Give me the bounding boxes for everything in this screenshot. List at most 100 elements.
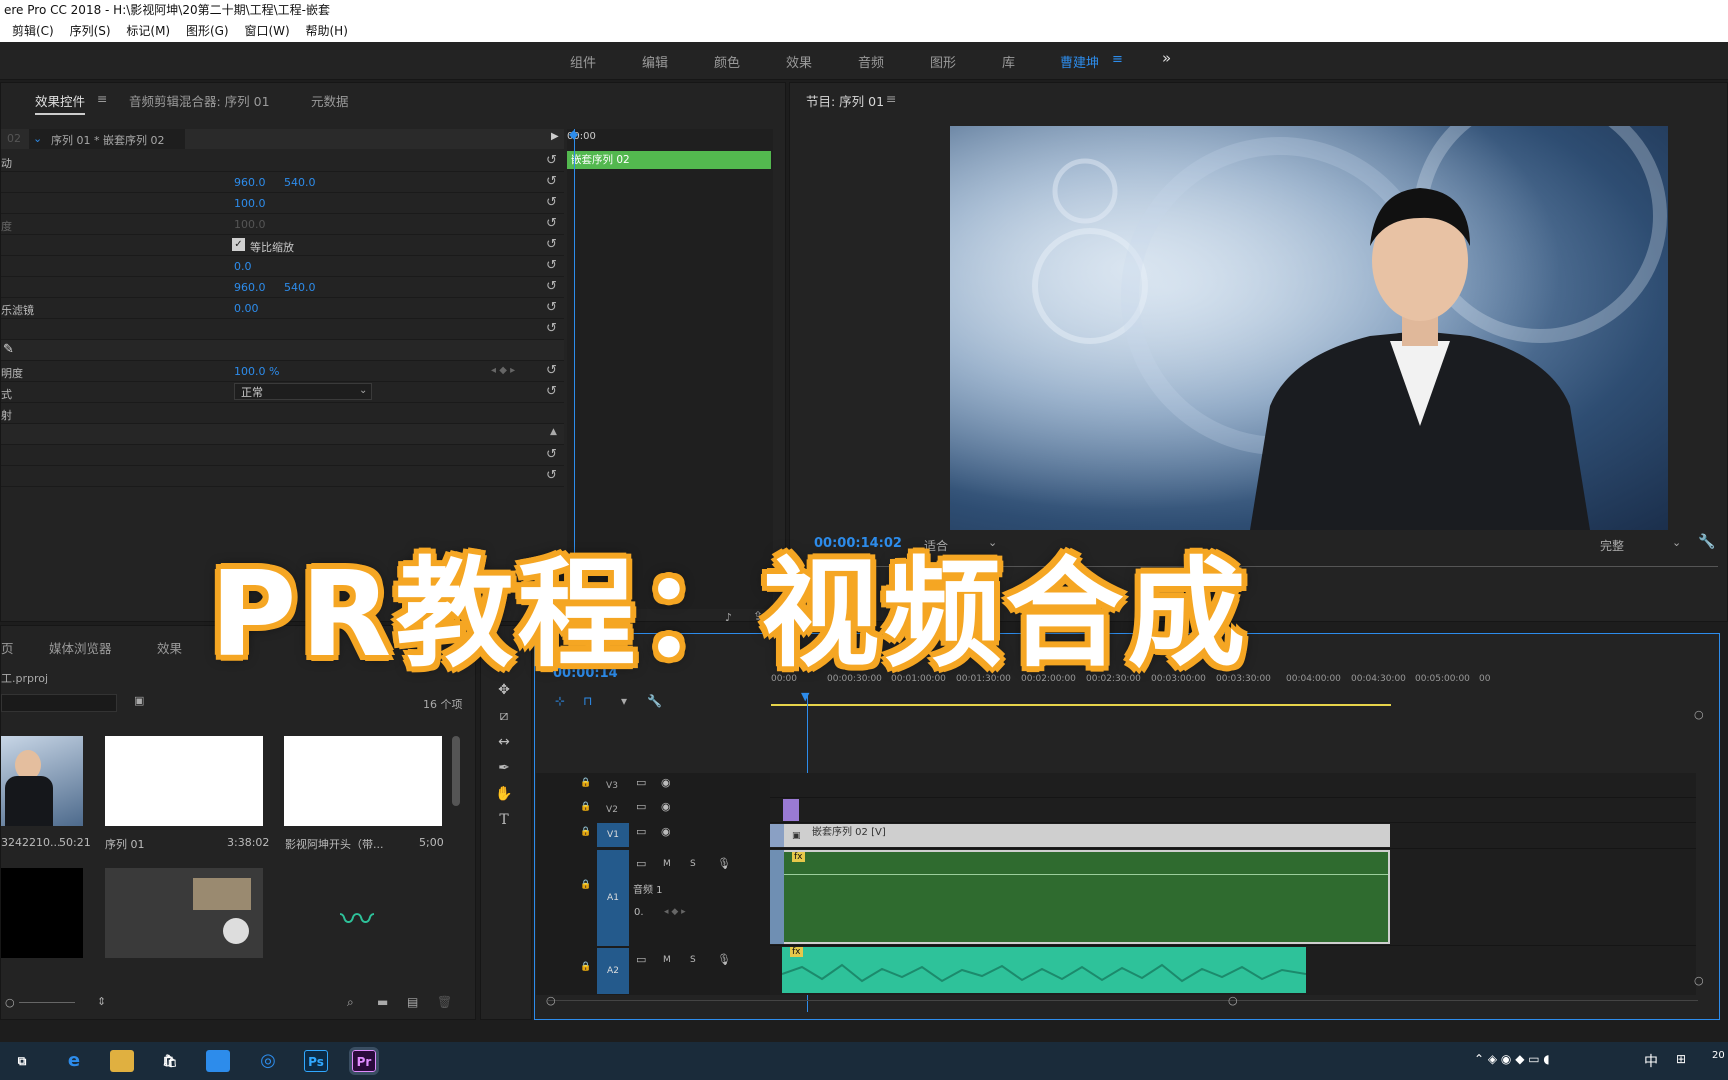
- v1-nested-clip[interactable]: ▣ 嵌套序列 02 [V]: [770, 824, 1390, 847]
- eye-icon[interactable]: ◉: [661, 776, 671, 789]
- film-icon[interactable]: ▭: [636, 857, 646, 870]
- lock-icon[interactable]: 🔒: [580, 880, 591, 890]
- scroll-handle-icon[interactable]: ○: [1228, 994, 1238, 1007]
- workspace-editing[interactable]: 编辑: [642, 52, 668, 71]
- linked-select-icon[interactable]: ⊓: [583, 694, 592, 708]
- collapse-icon[interactable]: ▲: [550, 427, 557, 437]
- edge-browser-icon[interactable]: e: [62, 1050, 86, 1072]
- work-area-bar[interactable]: [771, 704, 1391, 706]
- tab-metadata[interactable]: 元数据: [311, 91, 349, 110]
- eye-icon[interactable]: ◉: [661, 825, 671, 838]
- pen-icon[interactable]: ✎: [3, 342, 14, 357]
- solo-button[interactable]: S: [690, 859, 696, 869]
- search-input[interactable]: [1, 694, 117, 712]
- menu-graphics[interactable]: 图形(G): [186, 20, 229, 42]
- clock-area[interactable]: 20: [1712, 1050, 1725, 1061]
- microphone-icon[interactable]: 🎙: [717, 857, 731, 870]
- browser-icon[interactable]: ◎: [256, 1050, 280, 1072]
- razor-icon[interactable]: ⧄: [493, 708, 515, 730]
- slip-icon[interactable]: ↔: [493, 734, 515, 756]
- chevron-down-icon[interactable]: ⌄: [33, 132, 42, 145]
- menu-help[interactable]: 帮助(H): [306, 20, 348, 42]
- solo-button[interactable]: S: [690, 955, 696, 965]
- track-label-a1[interactable]: A1: [597, 850, 629, 946]
- folder-icon[interactable]: ▣: [134, 694, 144, 707]
- store-icon[interactable]: 🛍: [158, 1050, 182, 1072]
- film-icon[interactable]: ▭: [636, 825, 646, 838]
- microphone-icon[interactable]: 🎙: [717, 953, 731, 966]
- snap-icon[interactable]: ⊹: [555, 694, 565, 708]
- pen-tool-icon[interactable]: ✒: [493, 760, 515, 782]
- scroll-handle-icon[interactable]: ○: [546, 994, 556, 1007]
- thumb-clip-1[interactable]: [1, 736, 83, 826]
- reset-icon[interactable]: ↺: [546, 447, 557, 462]
- search-icon[interactable]: ⌕: [347, 995, 354, 1010]
- reset-icon[interactable]: ↺: [546, 321, 557, 336]
- keyframe-nav-icon[interactable]: ◂ ◆ ▸: [491, 365, 515, 376]
- reset-icon[interactable]: ↺: [546, 174, 557, 189]
- blend-mode-select[interactable]: 正常: [234, 383, 372, 400]
- hand-icon[interactable]: ✋: [493, 786, 515, 808]
- menu-markers[interactable]: 标记(M): [126, 20, 170, 42]
- wrench-icon[interactable]: 🔧: [1698, 534, 1715, 550]
- mute-button[interactable]: M: [663, 859, 671, 869]
- reset-icon[interactable]: ↺: [546, 384, 557, 399]
- tab-effects[interactable]: 效果: [157, 638, 182, 657]
- program-title[interactable]: 节目: 序列 01: [806, 91, 884, 110]
- scroll-handle-icon[interactable]: ○: [1694, 708, 1704, 721]
- track-label-a2[interactable]: A2: [597, 948, 629, 994]
- checkbox-icon[interactable]: ✓: [232, 238, 245, 251]
- v2-clip[interactable]: [783, 799, 799, 821]
- workspace-menu-icon[interactable]: ≡: [1112, 52, 1123, 67]
- tab-audio-clip-mixer[interactable]: 音频剪辑混合器: 序列 01: [129, 91, 270, 110]
- tab-project[interactable]: 页: [1, 638, 14, 657]
- settings-icon[interactable]: 🔧: [647, 694, 662, 708]
- a2-audio-clip[interactable]: fx: [782, 947, 1306, 993]
- marker-icon[interactable]: ▾: [621, 694, 627, 708]
- chevron-down-icon[interactable]: ⌄: [359, 385, 367, 396]
- playhead-marker-icon[interactable]: ◆: [569, 127, 578, 141]
- task-view-icon[interactable]: ⧉: [10, 1050, 34, 1072]
- premiere-icon[interactable]: Pr: [349, 1047, 379, 1075]
- project-scrollbar[interactable]: [452, 736, 460, 806]
- reset-icon[interactable]: ↺: [546, 363, 557, 378]
- a1-audio-clip[interactable]: fx: [770, 850, 1390, 944]
- menu-window[interactable]: 窗口(W): [244, 20, 289, 42]
- program-menu-icon[interactable]: ≡: [886, 91, 896, 106]
- reset-icon[interactable]: ↺: [546, 216, 557, 231]
- tab-menu-icon[interactable]: ≡: [97, 91, 107, 106]
- program-video-frame[interactable]: [950, 126, 1668, 530]
- keyframe-nav-icon[interactable]: ◂ ◆ ▸: [664, 907, 686, 917]
- workspace-effects[interactable]: 效果: [786, 52, 812, 71]
- workspace-graphics[interactable]: 图形: [930, 52, 956, 71]
- film-icon[interactable]: ▭: [636, 800, 646, 813]
- zoom-slider[interactable]: [19, 1002, 75, 1003]
- thumb-intro[interactable]: [284, 736, 442, 826]
- thumb-black-clip[interactable]: [1, 868, 83, 958]
- nested-clip-bar[interactable]: 嵌套序列 02: [567, 151, 771, 169]
- workspace-overflow-icon[interactable]: »: [1162, 49, 1171, 67]
- lock-icon[interactable]: 🔒: [580, 802, 591, 812]
- keyboard-icon[interactable]: ⊞: [1676, 1052, 1686, 1066]
- track-label-v3[interactable]: V3: [598, 778, 626, 794]
- track-label-v1[interactable]: V1: [597, 823, 629, 847]
- reset-icon[interactable]: ↺: [546, 300, 557, 315]
- reset-icon[interactable]: ↺: [546, 237, 557, 252]
- workspace-assembly[interactable]: 组件: [570, 52, 596, 71]
- tab-media-browser[interactable]: 媒体浏览器: [49, 638, 112, 657]
- menu-sequence[interactable]: 序列(S): [70, 20, 111, 42]
- play-triangle-icon[interactable]: ▶: [551, 131, 559, 142]
- mail-icon[interactable]: [206, 1050, 230, 1072]
- sequence-link[interactable]: 序列 01 * 嵌套序列 02: [51, 132, 164, 148]
- tray-icons[interactable]: ⌃ ◈ ◉ ◆ ▭ ◖: [1474, 1052, 1550, 1066]
- volume-knob-icon[interactable]: 0.: [634, 907, 644, 918]
- menu-clip[interactable]: 剪辑(C): [12, 20, 54, 42]
- workspace-custom[interactable]: 曹建坤: [1060, 52, 1099, 71]
- timeline-horizontal-scroll[interactable]: [548, 1000, 1698, 1001]
- film-icon[interactable]: ▭: [636, 776, 646, 789]
- lock-icon[interactable]: 🔒: [580, 827, 591, 837]
- trash-icon[interactable]: 🗑: [437, 995, 452, 1009]
- type-tool-icon[interactable]: T: [493, 812, 515, 834]
- ime-indicator[interactable]: 中: [1644, 1051, 1658, 1071]
- workspace-libraries[interactable]: 库: [1002, 52, 1015, 71]
